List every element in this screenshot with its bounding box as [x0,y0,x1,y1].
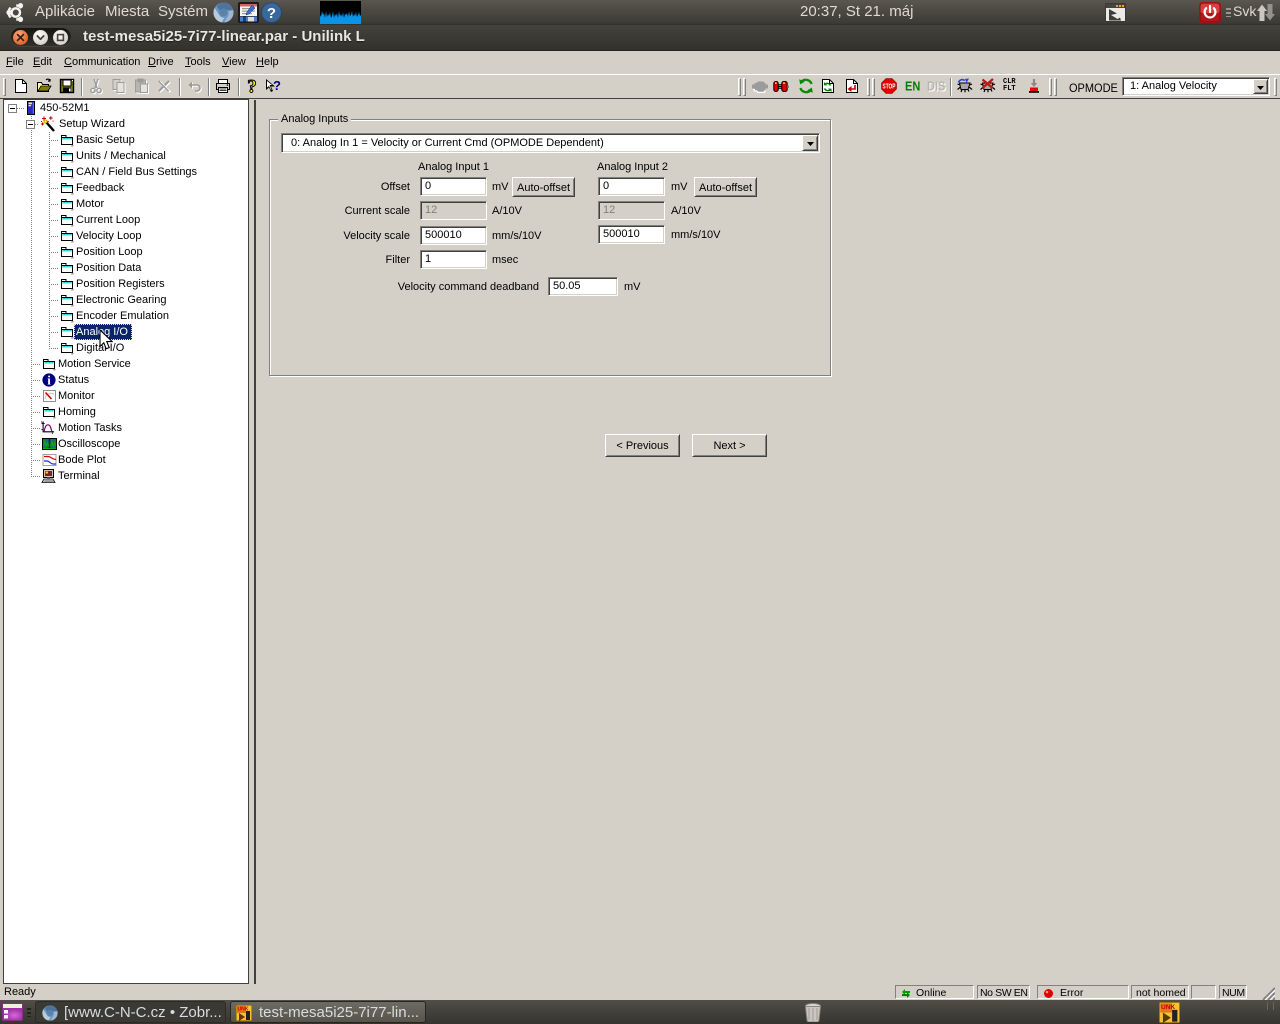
svg-text:?: ? [247,78,257,94]
svg-text:STOP: STOP [883,83,896,90]
svg-text:?: ? [267,5,276,22]
svg-text:?: ? [273,78,281,93]
